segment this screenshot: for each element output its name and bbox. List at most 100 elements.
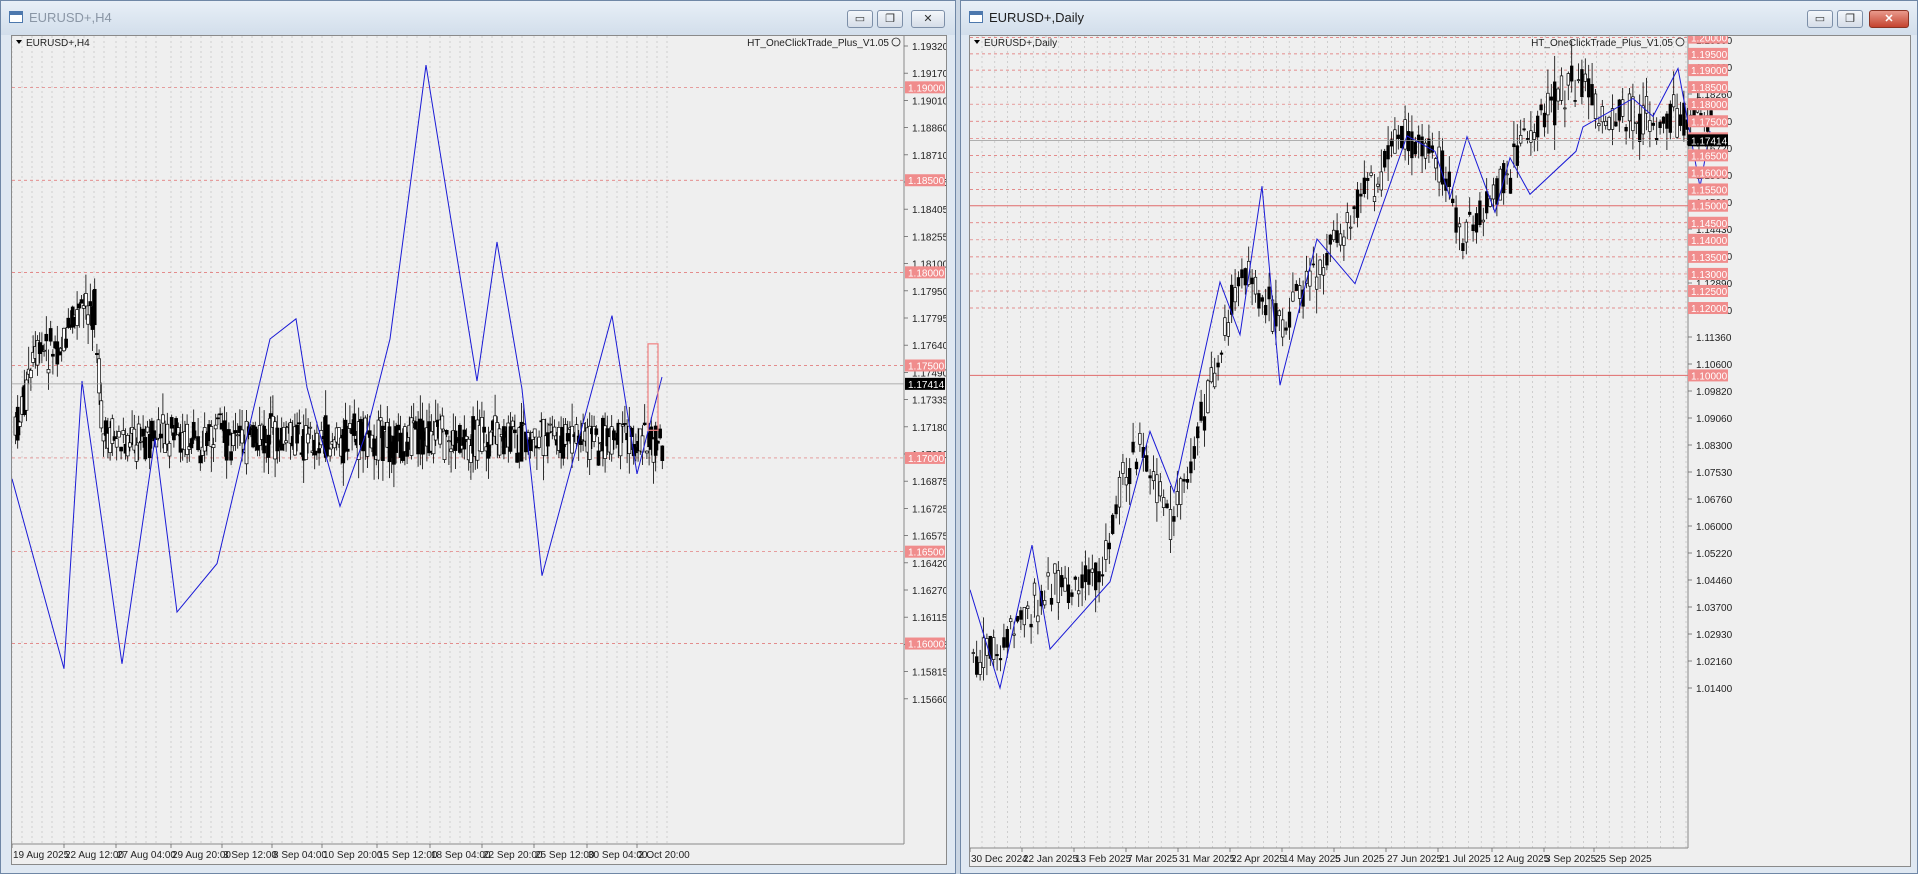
candle-body	[1641, 105, 1645, 135]
price-level-tag-label: 1.16000	[1691, 168, 1728, 179]
h4-window-titlebar[interactable]: EURUSD+,H4 ▭ ❐ ✕	[1, 1, 955, 35]
candle-body	[1015, 615, 1020, 622]
candle-body	[1539, 104, 1543, 111]
candle-body	[579, 440, 583, 445]
candle-body	[191, 421, 196, 439]
daily-price-chart[interactable]: 1.198001.190301.182601.174901.167201.159…	[969, 35, 1911, 867]
candle-body	[42, 349, 46, 352]
price-axis-label: 1.19320	[912, 42, 946, 53]
time-axis-label: 14 May 2025	[1283, 854, 1341, 865]
candle-body	[97, 358, 101, 394]
candle-body	[1281, 319, 1285, 338]
candle-body	[510, 420, 515, 427]
candle-body	[1668, 103, 1672, 133]
minimize-button[interactable]: ▭	[847, 10, 873, 28]
time-axis-label: 15 Sep 12:00	[378, 850, 438, 861]
candle-body	[84, 293, 88, 307]
candle-body	[1151, 471, 1156, 482]
price-axis-label: 1.16725	[912, 504, 946, 515]
candle-body	[172, 432, 176, 441]
candle-body	[1083, 565, 1088, 583]
time-axis-label: 18 Sep 04:00	[431, 850, 491, 861]
candle-body	[971, 652, 975, 654]
candle-body	[521, 423, 526, 425]
candle-body	[1665, 113, 1669, 129]
candle-body	[1553, 81, 1557, 126]
candle-body	[400, 451, 405, 461]
candle-body	[1073, 576, 1077, 580]
daily-chart-canvas[interactable]: 1.198001.190301.182601.174901.167201.159…	[970, 36, 1910, 866]
candle-body	[995, 654, 999, 657]
candle-body	[92, 288, 97, 326]
candle-body	[497, 428, 502, 456]
candle-body	[253, 426, 258, 444]
candle-body	[231, 433, 236, 447]
chart-symbol-label: EURUSD+,H4	[26, 38, 90, 49]
time-axis-label: 27 Aug 04:00	[117, 850, 176, 861]
candle-body	[1369, 172, 1373, 176]
candle-body	[1192, 446, 1196, 459]
candle-body	[449, 448, 453, 452]
daily-window-titlebar[interactable]: EURUSD+,Daily ▭ ❐ ✕	[961, 1, 1917, 35]
candle-body	[1583, 73, 1587, 82]
restore-button[interactable]: ❐	[1837, 10, 1863, 28]
candle-body	[1131, 441, 1135, 453]
candle-body	[1440, 150, 1445, 185]
candle-body	[266, 434, 271, 458]
price-level-tag-label: 1.16000	[908, 640, 945, 651]
close-button[interactable]: ✕	[911, 10, 945, 28]
candle-body	[1525, 138, 1530, 140]
current-price-label: 1.17414	[1691, 136, 1728, 147]
candle-body	[1298, 285, 1302, 299]
price-level-tag-label: 1.17000	[908, 454, 945, 465]
candle-body	[1604, 120, 1608, 126]
candle-body	[1563, 107, 1567, 110]
candle-body	[1474, 213, 1479, 233]
candle-body	[1559, 75, 1564, 101]
candle-body	[1672, 94, 1676, 108]
candle-body	[1138, 432, 1142, 445]
daily-chart-window[interactable]: EURUSD+,Daily ▭ ❐ ✕ 1.198001.190301.1826…	[960, 0, 1918, 874]
price-axis-label: 1.06760	[1696, 495, 1733, 506]
candle-body	[480, 417, 484, 452]
candle-body	[1661, 116, 1666, 124]
candle-body	[1532, 132, 1536, 140]
candle-body	[1202, 416, 1207, 431]
candle-body	[1335, 230, 1339, 243]
candle-body	[128, 442, 132, 448]
time-axis-label: 27 Jun 2025	[1387, 854, 1442, 865]
candle-body	[51, 353, 55, 357]
close-button[interactable]: ✕	[1869, 10, 1909, 28]
restore-button[interactable]: ❐	[877, 10, 903, 28]
h4-chart-window[interactable]: EURUSD+,H4 ▭ ❐ ✕ 1.19320 1.19170 1.19010 1.…	[0, 0, 956, 874]
time-axis-label: 22 Aug 12:00	[65, 850, 124, 861]
candle-body	[1383, 150, 1387, 168]
candle-body	[1627, 93, 1632, 122]
candle-body	[548, 423, 552, 426]
candle-body	[185, 423, 189, 455]
candle-body	[1607, 116, 1611, 130]
candle-body	[394, 426, 398, 453]
candle-body	[227, 429, 231, 436]
candle-body	[488, 431, 493, 446]
candle-body	[1481, 219, 1485, 223]
candle-body	[1053, 563, 1057, 574]
candle-body	[642, 422, 647, 426]
h4-chart-canvas[interactable]: 1.19320 1.19170 1.19010 1.18860 1.18710 1.185…	[12, 36, 946, 864]
h4-price-chart[interactable]: 1.19320 1.19170 1.19010 1.18860 1.18710 1.185…	[11, 35, 947, 865]
candle-body	[1546, 92, 1550, 116]
candle-body	[348, 423, 352, 429]
candle-body	[1056, 570, 1060, 603]
candle-body	[308, 426, 313, 429]
candle-body	[1077, 590, 1081, 595]
candle-body	[1070, 592, 1074, 597]
time-axis-label: 13 Feb 2025	[1075, 854, 1132, 865]
price-level-tag-label: 1.12000	[1691, 304, 1728, 315]
candle-body	[1308, 270, 1312, 287]
candle-body	[1512, 143, 1516, 148]
price-axis-label: 1.09060	[1696, 414, 1733, 425]
minimize-button[interactable]: ▭	[1807, 10, 1833, 28]
time-axis-label: 7 Mar 2025	[1127, 854, 1178, 865]
candle-body	[618, 423, 623, 457]
price-axis-label: 1.10600	[1696, 360, 1733, 371]
